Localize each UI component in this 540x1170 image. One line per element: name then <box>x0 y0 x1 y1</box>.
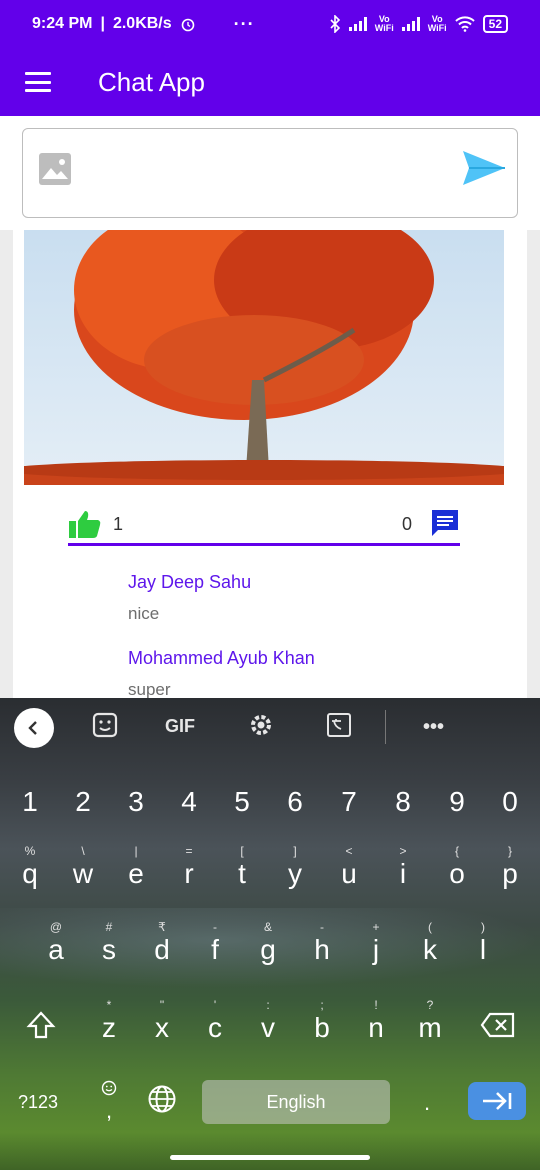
key-k[interactable]: (k <box>403 916 457 976</box>
soft-keyboard: GIF ••• 1 2 3 4 5 6 7 8 9 0 % q \ w | e = r … <box>0 698 540 1170</box>
send-icon[interactable] <box>461 149 507 187</box>
wifi-icon <box>454 16 475 32</box>
key-1[interactable]: 1 <box>3 770 57 830</box>
settings-gear-icon[interactable] <box>248 712 274 738</box>
comment-text: super <box>128 680 171 699</box>
key-b[interactable]: ; b <box>295 994 349 1054</box>
keyboard-toolbar: GIF ••• <box>0 698 540 758</box>
comment-icon[interactable] <box>430 508 460 538</box>
key-2[interactable]: 2 <box>56 770 110 830</box>
period-key[interactable]: . <box>400 1074 454 1126</box>
battery-indicator: 52 <box>482 15 508 33</box>
menu-icon[interactable] <box>25 72 51 92</box>
key-u[interactable]: < u <box>322 840 376 900</box>
key-c[interactable]: ' c <box>188 994 242 1054</box>
comment-text: nice <box>128 604 160 623</box>
key-q[interactable]: % q <box>3 840 57 900</box>
key-6[interactable]: 6 <box>268 770 322 830</box>
comment-author[interactable]: Mohammed Ayub Khan <box>128 648 315 669</box>
post-image[interactable] <box>24 230 504 485</box>
network-speed: 2.0KB/s <box>112 15 172 32</box>
key-x[interactable]: " x <box>135 994 189 1054</box>
signal-strength-icon-1 <box>348 17 367 31</box>
key-n[interactable]: ! n <box>349 994 403 1054</box>
key-7[interactable]: 7 <box>322 770 376 830</box>
key-s[interactable]: # s <box>82 916 136 976</box>
shift-key[interactable] <box>14 994 68 1054</box>
post-composer-area <box>0 116 540 230</box>
alarm-icon <box>181 18 194 32</box>
more-options-icon[interactable]: ••• <box>423 716 444 739</box>
app-bar: Chat App <box>0 48 540 116</box>
enter-key[interactable] <box>468 1082 526 1120</box>
key-4[interactable]: 4 <box>162 770 216 830</box>
key-e[interactable]: | e <box>109 840 163 900</box>
key-a[interactable]: @ a <box>29 916 83 976</box>
comment-author[interactable]: Jay Deep Sahu <box>128 572 251 593</box>
key-0[interactable]: 0 <box>483 770 537 830</box>
key-j[interactable]: + j <box>349 916 403 976</box>
translate-icon[interactable] <box>326 712 352 738</box>
sticker-icon[interactable] <box>92 712 118 738</box>
app-title: Chat App <box>98 66 205 97</box>
post-card: 1 0 Jay Deep Sahu nice Mohammed Ayub Kha… <box>13 230 527 700</box>
key-l[interactable]: ) l <box>456 916 510 976</box>
key-5[interactable]: 5 <box>215 770 269 830</box>
globe-icon <box>148 1085 176 1113</box>
key-o[interactable]: {o <box>430 840 484 900</box>
space-bar[interactable]: English <box>202 1080 390 1124</box>
bluetooth-icon <box>330 15 340 33</box>
vowifi-badge-2: Vo WiFi <box>427 14 447 33</box>
backspace-icon <box>480 1012 515 1038</box>
vowifi-badge-1: Vo WiFi <box>374 14 394 33</box>
language-key[interactable] <box>135 1074 189 1126</box>
key-t[interactable]: [t <box>215 840 269 900</box>
reactions-bar: 1 0 <box>68 505 460 541</box>
status-bar: 9:24 PM | 2.0KB/s ··· Vo WiFi Vo WiFi 52 <box>0 0 540 48</box>
key-w[interactable]: \ w <box>56 840 110 900</box>
key-y[interactable]: ] y <box>268 840 322 900</box>
thumbs-up-icon[interactable] <box>68 509 102 539</box>
key-3[interactable]: 3 <box>109 770 163 830</box>
comment-count: 0 <box>401 514 412 534</box>
toolbar-separator <box>385 710 386 744</box>
navigation-handle[interactable] <box>170 1155 370 1160</box>
key-f[interactable]: -f <box>188 916 242 976</box>
signal-strength-icon-2 <box>401 17 420 31</box>
key-i[interactable]: > i <box>376 840 430 900</box>
image-icon[interactable] <box>38 152 72 186</box>
tab-arrow-icon <box>483 1092 512 1110</box>
key-d[interactable]: ₹ d <box>135 916 189 976</box>
key-p[interactable]: } p <box>483 840 537 900</box>
comment-item: Jay Deep Sahu nice <box>128 572 251 624</box>
status-time: 9:24 PM <box>32 15 93 32</box>
key-h[interactable]: -h <box>295 916 349 976</box>
key-9[interactable]: 9 <box>430 770 484 830</box>
key-z[interactable]: * z <box>82 994 136 1054</box>
key-v[interactable]: :v <box>241 994 295 1054</box>
key-g[interactable]: & g <box>241 916 295 976</box>
chevron-left-icon[interactable] <box>14 708 54 748</box>
key-8[interactable]: 8 <box>376 770 430 830</box>
shift-icon <box>26 1011 56 1039</box>
symbols-key[interactable]: ?123 <box>18 1092 58 1113</box>
key-m[interactable]: ? m <box>403 994 457 1054</box>
comment-item: Mohammed Ayub Khan super <box>128 648 315 700</box>
more-notifications-icon: ··· <box>233 13 255 34</box>
reactions-divider <box>68 543 460 546</box>
like-count: 1 <box>113 514 124 534</box>
post-feed[interactable]: 1 0 Jay Deep Sahu nice Mohammed Ayub Kha… <box>0 230 540 700</box>
gif-button[interactable]: GIF <box>165 716 195 737</box>
emoji-comma-key[interactable]: , <box>82 1072 136 1128</box>
key-r[interactable]: = r <box>162 840 216 900</box>
backspace-key[interactable] <box>470 994 524 1054</box>
post-composer[interactable] <box>22 128 518 218</box>
emoji-icon <box>101 1080 117 1096</box>
